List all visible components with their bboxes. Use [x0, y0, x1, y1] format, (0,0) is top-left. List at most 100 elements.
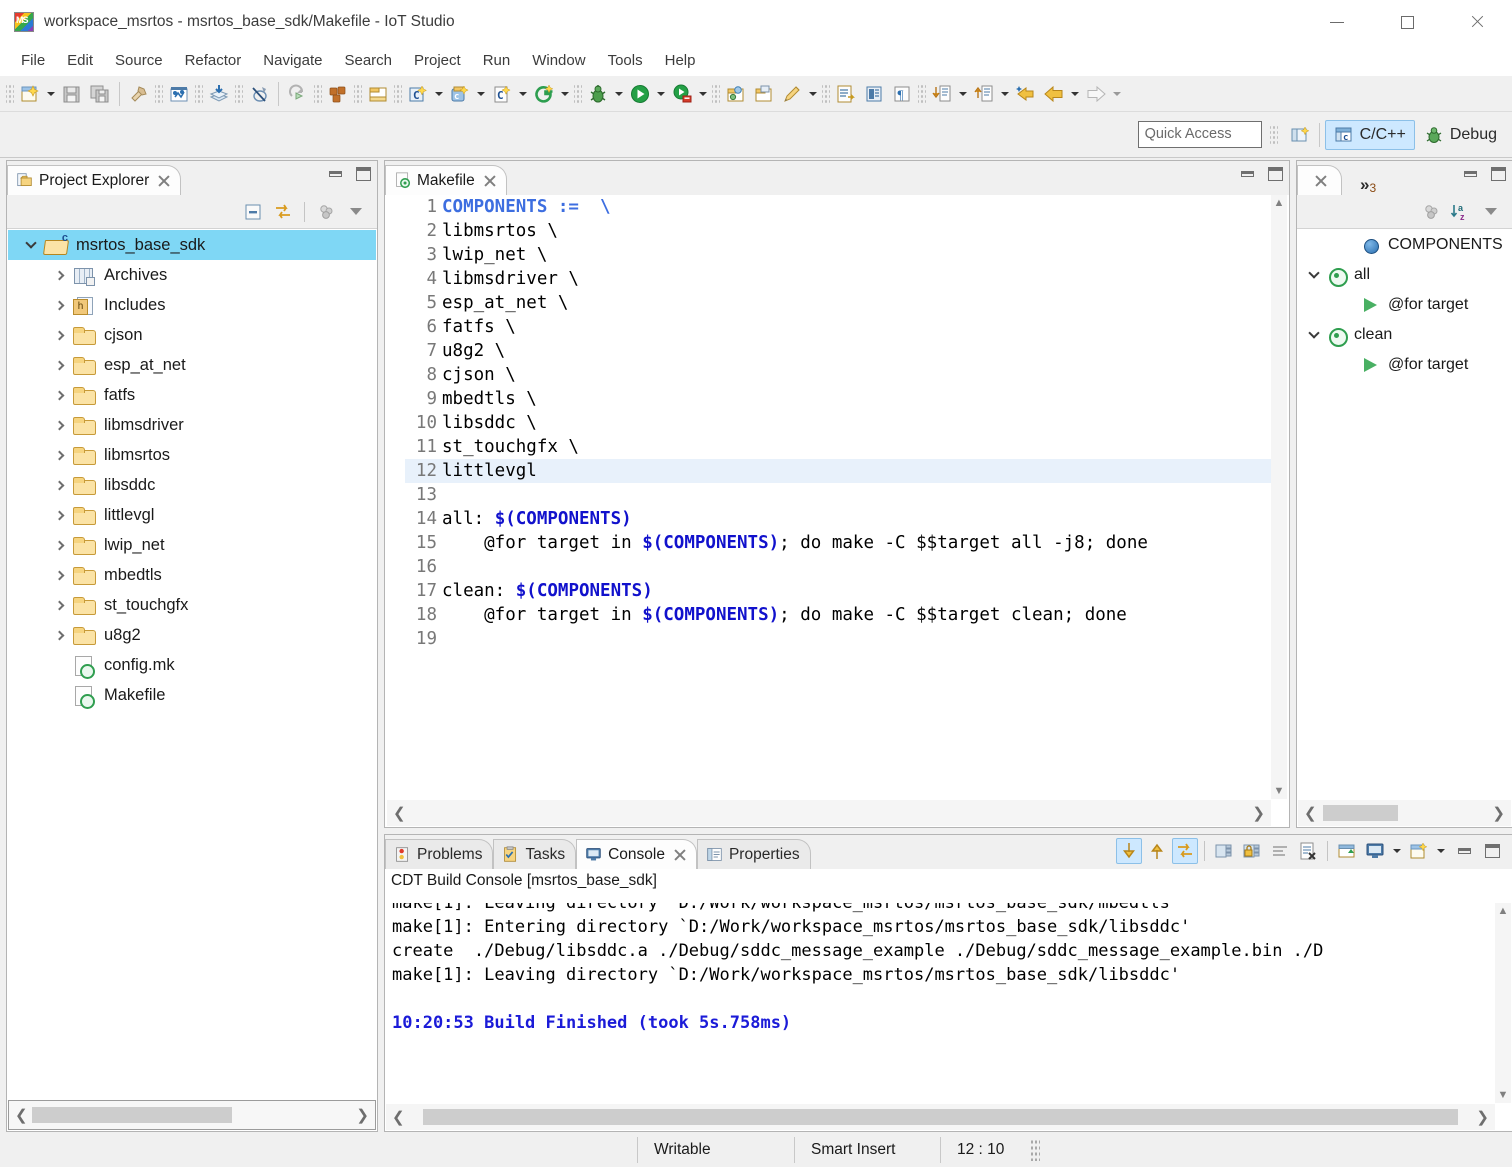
back-dropdown-icon[interactable]: [1068, 80, 1082, 108]
minimize-panel-icon[interactable]: [1458, 848, 1471, 854]
new-git-repo-icon[interactable]: [530, 80, 558, 108]
toggle-breakpoint-icon[interactable]: [165, 80, 193, 108]
new-console-dropdown-icon[interactable]: [1434, 837, 1448, 865]
pin-console-icon[interactable]: [1172, 838, 1198, 864]
toolbar-grip-10[interactable]: [822, 83, 830, 105]
perspective-cpp[interactable]: c C/C++: [1325, 120, 1415, 150]
code-text[interactable]: @for target in $(COMPONENTS); do make -C…: [442, 531, 1271, 555]
next-annotation-icon[interactable]: [832, 80, 860, 108]
chevron-down-icon[interactable]: [18, 230, 44, 260]
code-text[interactable]: [442, 483, 1271, 507]
lock-console-icon[interactable]: [1239, 838, 1265, 864]
menu-edit[interactable]: Edit: [56, 49, 104, 72]
toolbar-grip-9[interactable]: [712, 83, 720, 105]
outline-item[interactable]: clean: [1298, 320, 1511, 350]
scroll-right-icon[interactable]: ❯: [1476, 1108, 1489, 1126]
console-output[interactable]: make[1]: Leaving directory `D:/Work/work…: [386, 903, 1495, 1035]
code-content[interactable]: 1COMPONENTS := \2libmsrtos \3lwip_net \4…: [405, 195, 1271, 799]
editor-vscrollbar[interactable]: ▲ ▼: [1271, 195, 1287, 799]
build-configurations-icon[interactable]: [324, 80, 352, 108]
quick-access-input[interactable]: Quick Access: [1138, 121, 1262, 148]
status-grip[interactable]: [1030, 1139, 1040, 1161]
new-c-file-dropdown-icon[interactable]: [516, 80, 530, 108]
chevron-right-icon[interactable]: [46, 410, 72, 440]
external-tools-icon[interactable]: [668, 80, 696, 108]
outline-item[interactable]: @for target: [1298, 290, 1511, 320]
external-tools-dropdown-icon[interactable]: [696, 80, 710, 108]
skip-all-breakpoints-icon[interactable]: [245, 80, 273, 108]
toolbar-grip-3[interactable]: [195, 83, 203, 105]
close-icon[interactable]: [483, 174, 496, 187]
save-all-icon[interactable]: [86, 80, 114, 108]
next-edit-location-icon[interactable]: [928, 80, 956, 108]
new-c-project-dropdown-icon[interactable]: [432, 80, 446, 108]
new-c-file-icon[interactable]: C: [488, 80, 516, 108]
scroll-right-icon[interactable]: ❯: [1492, 804, 1505, 822]
code-text[interactable]: [442, 627, 1271, 651]
previous-edit-dropdown-icon[interactable]: [998, 80, 1012, 108]
code-text[interactable]: mbedtls \: [442, 387, 1271, 411]
remove-console-icon[interactable]: [1295, 838, 1321, 864]
toolbar-grip[interactable]: [6, 83, 14, 105]
forward-icon[interactable]: [1082, 80, 1110, 108]
save-icon[interactable]: [58, 80, 86, 108]
scroll-right-icon[interactable]: ❯: [356, 1106, 369, 1124]
chevron-down-icon[interactable]: [1302, 320, 1326, 350]
pencil-dropdown-icon[interactable]: [806, 80, 820, 108]
editor-area[interactable]: 1COMPONENTS := \2libmsrtos \3lwip_net \4…: [386, 195, 1288, 826]
code-text[interactable]: fatfs \: [442, 315, 1271, 339]
tree-item-libmsrtos[interactable]: libmsrtos: [8, 440, 376, 470]
focus-on-active-task-icon[interactable]: [313, 199, 339, 225]
toolbar-grip-6[interactable]: [354, 83, 362, 105]
outline-hscrollbar[interactable]: ❮ ❯: [1298, 800, 1511, 826]
chevron-right-icon[interactable]: [46, 530, 72, 560]
outline-tree[interactable]: COMPONENTSall@for targetclean@for target: [1298, 230, 1511, 799]
new-wizard-icon[interactable]: [16, 80, 44, 108]
tree-item-u8g2[interactable]: u8g2: [8, 620, 376, 650]
toggle-block-selection-icon[interactable]: [860, 80, 888, 108]
tab-outline[interactable]: [1297, 165, 1342, 195]
editor-hscrollbar[interactable]: ❮ ❯: [387, 800, 1271, 826]
menu-refactor[interactable]: Refactor: [174, 49, 253, 72]
maximize-panel-icon[interactable]: [1485, 844, 1500, 858]
close-icon[interactable]: [1442, 0, 1512, 44]
chevron-right-icon[interactable]: [46, 470, 72, 500]
scroll-up-icon[interactable]: ▲: [1495, 903, 1511, 919]
maximize-panel-icon[interactable]: [1268, 167, 1283, 181]
chevron-right-icon[interactable]: [46, 260, 72, 290]
menu-search[interactable]: Search: [333, 49, 403, 72]
chevron-right-icon[interactable]: [46, 500, 72, 530]
toolbar-grip-2[interactable]: [155, 83, 163, 105]
close-icon[interactable]: [1314, 174, 1327, 187]
scroll-down-icon[interactable]: ▼: [1495, 1087, 1511, 1103]
tab-makefile[interactable]: Makefile: [385, 165, 507, 195]
back-icon[interactable]: [1040, 80, 1068, 108]
scroll-left-icon[interactable]: ❮: [1304, 804, 1317, 822]
sort-alphabetically-icon[interactable]: az: [1448, 199, 1474, 225]
tab-project-explorer[interactable]: Project Explorer: [7, 165, 181, 195]
toolbar-grip-5[interactable]: [314, 83, 322, 105]
new-c-project-icon[interactable]: C: [404, 80, 432, 108]
minimize-panel-icon[interactable]: [329, 171, 342, 177]
chevron-right-icon[interactable]: [46, 320, 72, 350]
chevron-right-icon[interactable]: [46, 620, 72, 650]
outline-item[interactable]: @for target: [1298, 350, 1511, 380]
run-icon[interactable]: [626, 80, 654, 108]
chevron-right-icon[interactable]: [46, 380, 72, 410]
tree-item-archives[interactable]: Archives: [8, 260, 376, 290]
chevron-right-icon[interactable]: [46, 590, 72, 620]
debug-bug-icon[interactable]: [584, 80, 612, 108]
tree-item-st-touchgfx[interactable]: st_touchgfx: [8, 590, 376, 620]
view-menu-icon[interactable]: [343, 199, 369, 225]
open-type-icon[interactable]: [750, 80, 778, 108]
forward-dropdown-icon[interactable]: [1110, 80, 1124, 108]
open-perspective-icon[interactable]: [1286, 121, 1314, 149]
toolbar-grip-8[interactable]: [574, 83, 582, 105]
project-explorer-hscrollbar[interactable]: ❮ ❯: [8, 1100, 376, 1130]
code-text[interactable]: esp_at_net \: [442, 291, 1271, 315]
tree-item-esp-at-net[interactable]: esp_at_net: [8, 350, 376, 380]
new-git-repo-dropdown-icon[interactable]: [558, 80, 572, 108]
tab-problems[interactable]: Problems: [385, 839, 493, 869]
tree-item-libmsdriver[interactable]: libmsdriver: [8, 410, 376, 440]
show-whitespace-icon[interactable]: ¶: [888, 80, 916, 108]
